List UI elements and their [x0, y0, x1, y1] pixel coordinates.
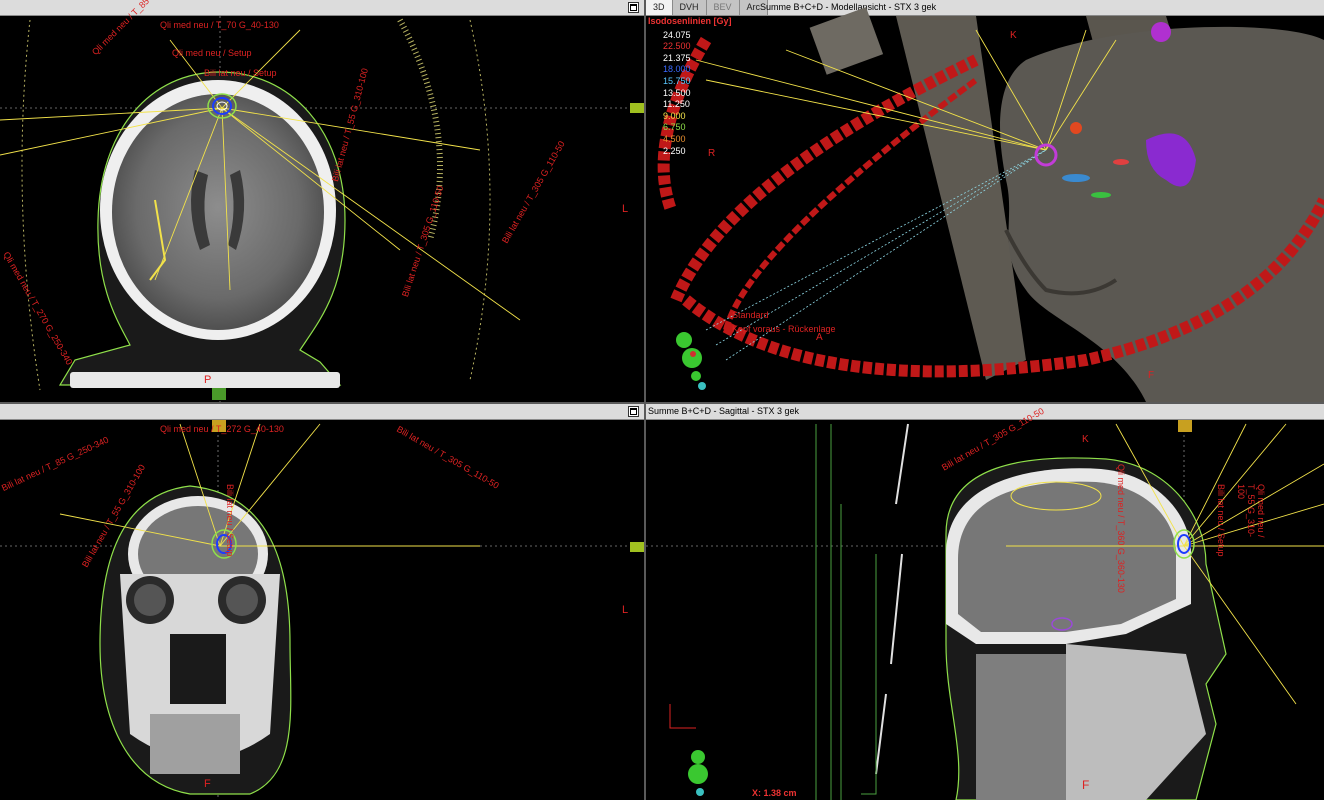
beam-label: Bili lat neu / Setup: [225, 484, 235, 557]
beam-label: Qli med neu / T_55 G_310-100: [1236, 484, 1266, 538]
model-render: [657, 7, 1324, 402]
orientation-label-f: F: [1148, 370, 1155, 381]
beam-label: Qli med neu / Setup: [172, 48, 252, 58]
pane-splitter-vertical[interactable]: [644, 0, 646, 800]
isodose-value: 2.250: [663, 145, 686, 156]
orientation-label-l: L: [622, 203, 629, 215]
beam-label: Qli med neu / T_70 G_40-130: [160, 20, 279, 30]
isodose-value: 18.000: [663, 64, 691, 75]
orientation-label-r: R: [708, 148, 716, 159]
isodose-value: 4.500: [663, 133, 686, 144]
model-label-position: Kopf voraus - Rückenlage: [732, 324, 836, 334]
orientation-label-p: P: [204, 374, 212, 386]
axial-view[interactable]: Bili lat neu / T_305 G_110-50 Bili lat n…: [0, 0, 644, 402]
sagittal-view[interactable]: Summe B+C+D - Sagittal - STX 3 gek Bili …: [646, 404, 1324, 800]
beam-label: Qli med neu / T_272 G_40-130: [160, 424, 284, 434]
coronal-image: [0, 420, 644, 800]
axial-image: [0, 16, 644, 402]
beam-label: Bili lat neu / Setup: [1216, 484, 1226, 557]
isodose-legend-title: Isodosenlinien [Gy]: [648, 16, 732, 26]
isodose-value: 6.750: [663, 122, 686, 133]
isodose-value: 21.375: [663, 52, 691, 63]
isodose-value: 13.500: [663, 87, 691, 98]
orientation-label-k: K: [1082, 434, 1089, 445]
isodose-value: 24.075: [663, 29, 691, 40]
sagittal-image: [646, 420, 1324, 800]
isodose-value: 22.500: [663, 41, 691, 52]
model-label-standard: Standard: [732, 310, 769, 320]
isodose-value: 9.000: [663, 110, 686, 121]
orientation-label-l: L: [622, 604, 629, 616]
beam-label: Qli med neu / T_360 G_360-130: [1116, 464, 1126, 593]
coronal-view[interactable]: Bili lat neu / T_85 G_250-340 Qli med ne…: [0, 404, 644, 800]
isodose-value: 11.250: [663, 99, 690, 110]
pane-splitter-horizontal[interactable]: [0, 402, 1324, 404]
orientation-label-k: K: [1010, 30, 1017, 41]
isodose-legend: Isodosenlinien [Gy] 24.075 22.500 21.375…: [648, 16, 732, 157]
x-coordinate-readout: X: 1.38 cm: [752, 788, 797, 798]
orientation-label-f: F: [204, 778, 211, 790]
beam-label: Bili lat neu / Setup: [204, 68, 277, 78]
isodose-value: 15.750: [663, 75, 691, 86]
model-view[interactable]: 3D DVH BEV Arc Summe B+C+D - Modellansic…: [646, 0, 1324, 402]
orientation-label-f: F: [1082, 778, 1090, 792]
